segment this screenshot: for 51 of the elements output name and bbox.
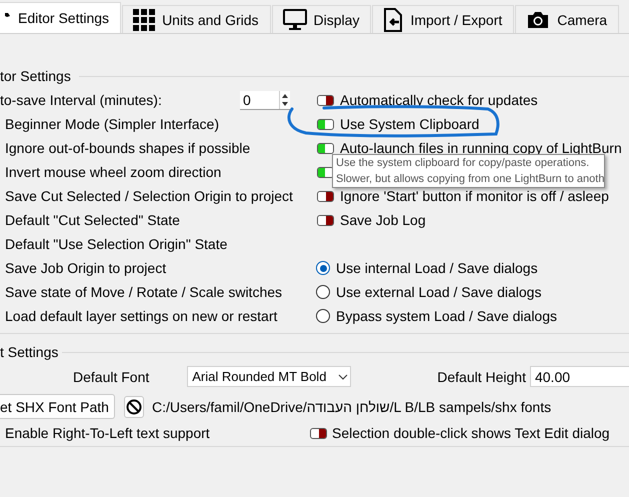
tab[interactable]: Units and Grids	[122, 5, 271, 33]
clear-button[interactable]	[124, 396, 144, 418]
prohibited-icon	[126, 398, 142, 414]
grid-icon	[133, 8, 156, 30]
setting-label: to-save Interval (minutes):	[0, 92, 163, 108]
toggle-switch[interactable]	[317, 94, 334, 106]
option-label: Use external Load / Save dialogs	[336, 284, 542, 300]
set-font-path-button[interactable]: et SHX Font Path	[0, 394, 115, 419]
radio-button[interactable]	[316, 261, 330, 275]
monitor-icon	[282, 8, 307, 30]
tab[interactable]: Editor Settings	[0, 2, 122, 33]
setting-label: Beginner Mode (Simpler Interface)	[5, 116, 219, 132]
toggle-switch[interactable]	[317, 118, 334, 130]
tab[interactable]: Import / Export	[372, 5, 514, 33]
setting-label: Invert mouse wheel zoom direction	[5, 164, 222, 180]
option-label: Ignore 'Start' button if monitor is off / asleep	[340, 188, 609, 204]
field-label: Default Height	[437, 368, 526, 384]
setting-label: Default "Cut Selected" State	[5, 212, 180, 228]
radio-button[interactable]	[316, 309, 330, 323]
option-label: Automatically check for updates	[340, 92, 538, 108]
setting-label: Save Cut Selected / Selection Origin to project	[5, 188, 293, 204]
setting-label: Default "Use Selection Origin" State	[5, 236, 228, 252]
group-title: t Settings	[0, 344, 58, 360]
field-label: Default Font	[73, 368, 150, 384]
toggle-switch[interactable]	[317, 142, 334, 154]
file-import-icon	[383, 8, 404, 32]
chevron-down-icon	[338, 374, 348, 380]
setting-label: Ignore out-of-bounds shapes if possible	[5, 140, 250, 156]
group-title: tor Settings	[0, 68, 71, 84]
option-label: Use internal Load / Save dialogs	[336, 260, 538, 276]
setting-label: Enable Right-To-Left text support	[5, 425, 211, 441]
toggle-switch[interactable]	[317, 214, 334, 226]
font-path: C:/Users/famil/OneDrive/שולחן העבודה/L B/LB sampels/shx fonts	[152, 398, 552, 414]
font-dropdown[interactable]: Arial Rounded MT Bold	[187, 366, 352, 387]
tooltip: Use the system clipboard for copy/paste operations. Slower, but allows copying from one LightBurn to anoth	[332, 154, 606, 188]
height-field[interactable]: 40.00	[530, 366, 629, 387]
option-label: Bypass system Load / Save dialogs	[336, 308, 558, 324]
setting-label: Save state of Move / Rotate / Scale switches	[5, 284, 282, 300]
spin-box[interactable]: 0	[240, 90, 290, 110]
toggle-switch[interactable]	[317, 190, 334, 202]
spin-arrows-icon[interactable]	[279, 90, 290, 108]
option-label: Save Job Log	[340, 212, 426, 228]
tab[interactable]: Display	[272, 5, 372, 33]
option-label: Selection double-click shows Text Edit dialog	[332, 425, 610, 441]
setting-label: Save Job Origin to project	[5, 260, 166, 276]
option-label: Use System Clipboard	[340, 116, 480, 132]
camera-icon	[526, 10, 550, 28]
radio-button[interactable]	[316, 285, 330, 299]
tab[interactable]: Camera	[515, 5, 620, 33]
setting-label: Load default layer settings on new or restart	[5, 308, 278, 324]
toggle-switch[interactable]	[310, 428, 327, 438]
